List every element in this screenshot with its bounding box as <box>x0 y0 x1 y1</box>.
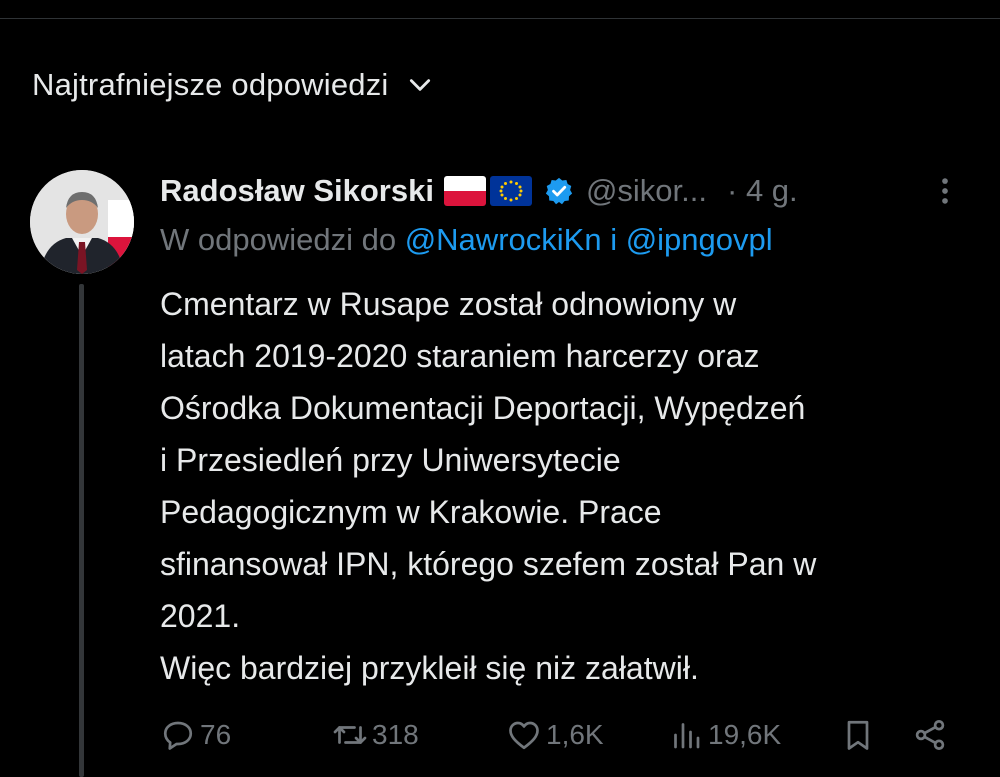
tweet-text-line: Cmentarz w Rusape został odnowiony w <box>160 286 737 322</box>
mention-conjunction: i <box>610 222 618 257</box>
tweet-text-line: latach 2019-2020 staraniem harcerzy oraz <box>160 338 760 374</box>
reply-count: 76 <box>200 719 232 750</box>
sort-label: Najtrafniejsze odpowiedzi <box>32 67 389 102</box>
tweet-header: Radosław Sikorski @sikor... · 4 g. <box>160 168 970 214</box>
like-count: 1,6K <box>546 719 604 750</box>
tweet-text-line: Pedagogicznym w Krakowie. Prace <box>160 494 662 530</box>
tweet-text-line: Ośrodka Dokumentacji Deportacji, Wypędze… <box>160 390 806 426</box>
flag-poland-icon <box>443 176 486 206</box>
share-icon <box>915 720 945 750</box>
chevron-down-icon <box>409 79 430 91</box>
replying-to: W odpowiedzi do @NawrockiKn i @ipngovpl <box>160 222 773 258</box>
repost-button[interactable]: 318 <box>332 712 419 758</box>
mention-link-2[interactable]: @ipngovpl <box>626 222 773 257</box>
reply-button[interactable]: 76 <box>160 712 231 758</box>
views-chart-icon <box>674 723 700 749</box>
avatar[interactable] <box>30 170 134 274</box>
share-button[interactable] <box>912 712 948 758</box>
tweet-text-line: sfinansował IPN, którego szefem został P… <box>160 546 817 582</box>
author-name[interactable]: Radosław Sikorski <box>160 173 434 209</box>
thread-line <box>79 284 84 777</box>
replying-to-prefix: W odpowiedzi do <box>160 222 397 257</box>
repost-count: 318 <box>372 719 419 750</box>
repost-icon <box>333 726 367 744</box>
more-options-icon[interactable] <box>928 174 962 208</box>
tweet-text-line: Więc bardziej przykleił się niż załatwił… <box>160 650 699 686</box>
tweet-text-line: i Przesiedleń przy Uniwersytecie <box>160 442 621 478</box>
bookmark-button[interactable] <box>840 712 876 758</box>
author-handle[interactable]: @sikor... <box>586 173 707 209</box>
tweet-actions: 76 318 1,6K 19,6K <box>160 712 960 758</box>
top-divider <box>0 18 1000 19</box>
flag-eu-icon <box>489 176 532 206</box>
tweet-timestamp[interactable]: · 4 g. <box>727 173 798 209</box>
reply-icon <box>163 721 193 750</box>
tweet-text-line: 2021. <box>160 598 241 634</box>
tweet-text: Cmentarz w Rusape został odnowiony w lat… <box>160 278 970 694</box>
mention-link-1[interactable]: @NawrockiKn <box>405 222 602 257</box>
heart-icon <box>509 721 539 750</box>
verified-badge-icon[interactable] <box>544 176 574 206</box>
like-button[interactable]: 1,6K <box>506 712 604 758</box>
bookmark-icon <box>847 720 869 750</box>
views-count: 19,6K <box>708 719 782 750</box>
views-button[interactable]: 19,6K <box>668 712 781 758</box>
sort-replies-dropdown[interactable]: Najtrafniejsze odpowiedzi <box>32 60 433 110</box>
